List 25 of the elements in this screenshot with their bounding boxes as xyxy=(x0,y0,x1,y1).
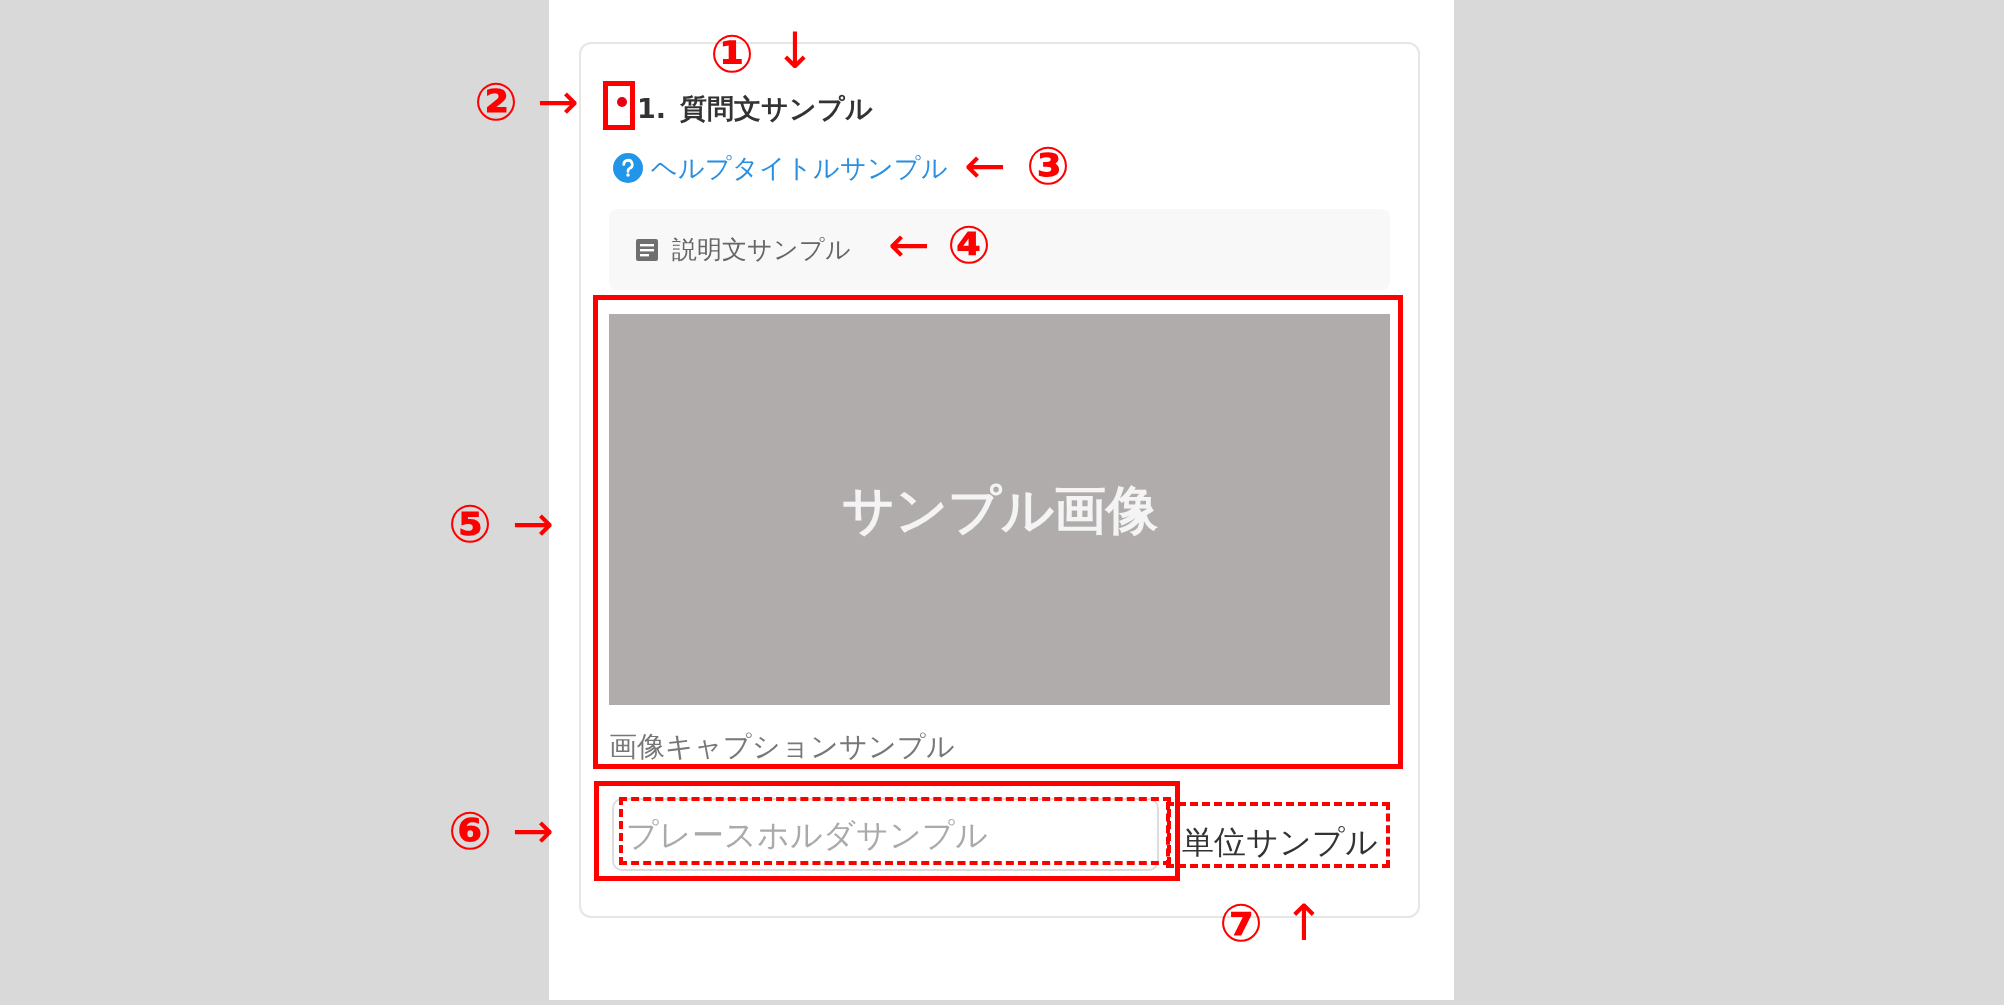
callout-arrow: → xyxy=(512,499,554,549)
annotation-frame xyxy=(603,81,635,130)
callout-number: ③ xyxy=(1026,140,1070,192)
callout-number: ② xyxy=(474,76,518,128)
callout-arrow: ↑ xyxy=(1283,898,1325,948)
description-text: 説明文サンプル xyxy=(672,233,851,266)
question-title: 質問文サンプル xyxy=(680,91,874,126)
help-link[interactable]: ヘルプタイトルサンプル xyxy=(651,148,948,188)
question-number: 1. xyxy=(637,91,667,126)
document-icon xyxy=(636,238,658,261)
callout-number: ④ xyxy=(947,219,991,271)
callout-arrow: → xyxy=(537,77,579,127)
callout-number: ① xyxy=(710,28,754,80)
help-icon[interactable] xyxy=(613,153,643,183)
callout-number: ⑥ xyxy=(448,805,492,857)
input-field[interactable]: プレースホルダサンプル xyxy=(612,798,1159,871)
callout-number: ⑦ xyxy=(1219,897,1263,949)
image-text: サンプル画像 xyxy=(841,478,1158,542)
callout-arrow: ↓ xyxy=(774,26,816,76)
callout-arrow: → xyxy=(512,806,554,856)
callout-arrow: ← xyxy=(888,220,930,270)
image-caption: 画像キャプションサンプル xyxy=(609,729,956,765)
callout-arrow: ← xyxy=(964,141,1006,191)
callout-number: ⑤ xyxy=(448,498,492,550)
unit-label: 単位サンプル xyxy=(1182,822,1378,863)
